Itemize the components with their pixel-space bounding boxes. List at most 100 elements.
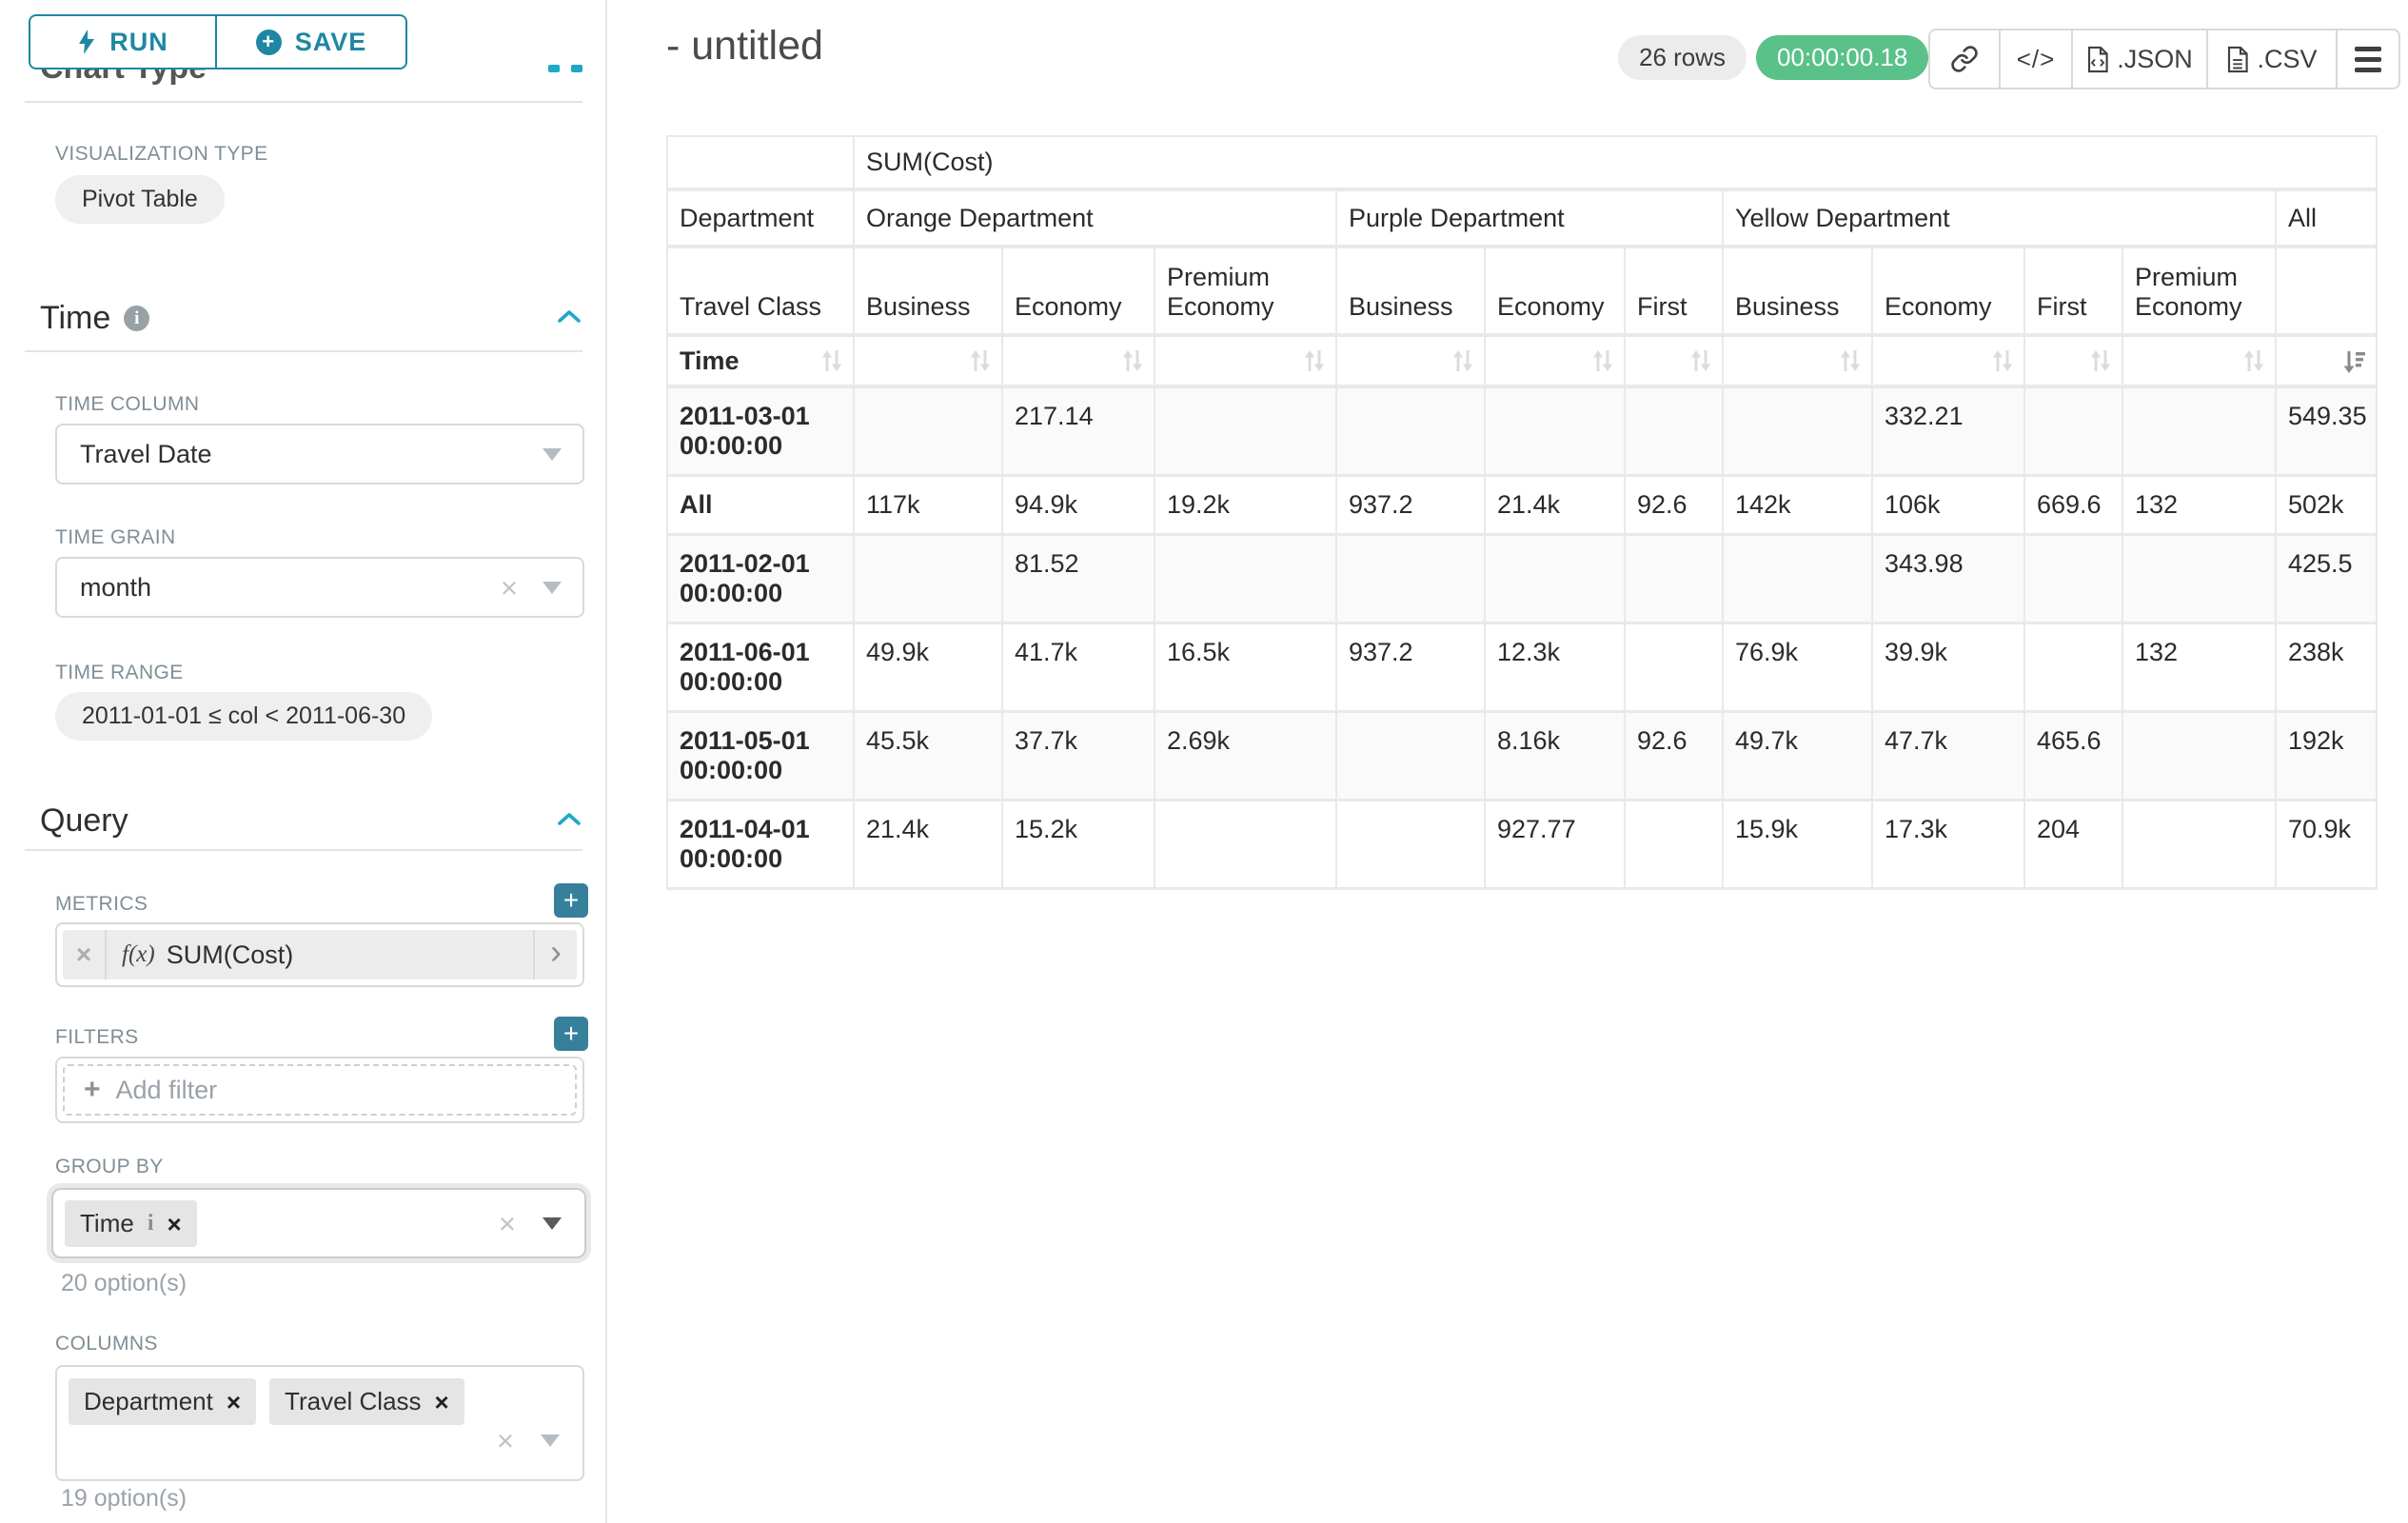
caret-down-icon[interactable] <box>543 582 562 594</box>
all-column-sort-header[interactable] <box>2276 335 2377 386</box>
metric-chip[interactable]: × f(x) SUM(Cost) › <box>63 930 577 979</box>
remove-metric-icon[interactable]: × <box>63 930 107 979</box>
columns-label: COLUMNS <box>55 1333 158 1355</box>
sort-icon[interactable] <box>1451 348 1474 373</box>
row-count-badge: 26 rows <box>1618 35 1747 80</box>
data-cell <box>1625 386 1723 476</box>
sort-icon[interactable] <box>1591 348 1614 373</box>
export-csv-button[interactable]: .CSV <box>2206 30 2336 88</box>
time-grain-select[interactable]: month × <box>55 557 584 618</box>
data-cell <box>1485 535 1625 623</box>
chart-type-heading-clipped: Chart Type <box>40 67 287 95</box>
column-sort-header[interactable] <box>1155 335 1336 386</box>
column-sort-header[interactable] <box>854 335 1002 386</box>
data-cell: 2.69k <box>1155 712 1336 801</box>
collapse-query-section[interactable] <box>557 811 582 832</box>
data-cell: 41.7k <box>1002 623 1155 712</box>
info-icon[interactable]: i <box>148 1211 154 1236</box>
time-section-header: Time i <box>40 300 149 337</box>
clear-icon[interactable]: × <box>499 1209 516 1238</box>
travel-class-header-row: Travel Class Business Economy Premium Ec… <box>667 247 2377 335</box>
caret-down-icon[interactable] <box>543 448 562 461</box>
caret-down-icon[interactable] <box>541 1434 560 1447</box>
data-cell: 465.6 <box>2024 712 2122 801</box>
column-sort-header[interactable] <box>2122 335 2276 386</box>
columns-chip-department[interactable]: Department × <box>69 1378 256 1425</box>
column-sort-header[interactable] <box>1485 335 1625 386</box>
sort-icon[interactable] <box>969 348 992 373</box>
sort-icon[interactable] <box>2089 348 2112 373</box>
table-row: All117k94.9k19.2k937.221.4k92.6142k106k6… <box>667 476 2377 535</box>
row-label-cell: 2011-06-01 00:00:00 <box>667 623 854 712</box>
column-sort-header[interactable] <box>1723 335 1872 386</box>
save-button[interactable]: + SAVE <box>215 14 407 69</box>
clear-icon[interactable]: × <box>501 573 518 603</box>
expand-metric-icon[interactable]: › <box>533 930 577 979</box>
sort-icon[interactable] <box>1303 348 1326 373</box>
run-button[interactable]: RUN <box>29 14 217 69</box>
group-by-chip-time[interactable]: Time i × <box>65 1200 197 1247</box>
sort-icon[interactable] <box>1121 348 1144 373</box>
data-cell <box>2024 535 2122 623</box>
time-section-title: Time <box>40 300 110 337</box>
data-cell: 549.35 <box>2276 386 2377 476</box>
info-icon[interactable]: i <box>124 306 149 331</box>
add-filter-plus-button[interactable]: + <box>554 1017 588 1051</box>
department-group-cell: Orange Department <box>854 189 1336 247</box>
export-json-label: .JSON <box>2117 45 2193 74</box>
column-sort-header[interactable] <box>1002 335 1155 386</box>
data-cell <box>1336 535 1485 623</box>
run-button-label: RUN <box>109 28 168 57</box>
embed-code-button[interactable]: </> <box>1999 30 2071 88</box>
column-sort-header[interactable] <box>1872 335 2024 386</box>
row-label-cell: 2011-02-01 00:00:00 <box>667 535 854 623</box>
menu-icon <box>2355 47 2381 72</box>
visualization-type-pill[interactable]: Pivot Table <box>55 175 225 224</box>
chevron-up-icon <box>557 308 582 325</box>
corner-cell <box>667 136 854 189</box>
sort-icon[interactable] <box>2242 348 2265 373</box>
data-cell: 502k <box>2276 476 2377 535</box>
add-filter-button[interactable]: + Add filter <box>63 1064 577 1116</box>
data-cell: 15.2k <box>1002 801 1155 889</box>
columns-select[interactable]: Department × Travel Class × × <box>55 1365 584 1481</box>
travel-class-cell <box>2276 247 2377 335</box>
export-json-button[interactable]: .JSON <box>2071 30 2206 88</box>
sort-icon[interactable] <box>820 348 843 373</box>
caret-down-icon[interactable] <box>543 1217 562 1230</box>
link-icon <box>1950 45 1979 73</box>
add-metric-button[interactable]: + <box>554 883 588 918</box>
collapse-time-section[interactable] <box>557 308 582 329</box>
sort-icon[interactable] <box>1991 348 2014 373</box>
remove-chip-icon[interactable]: × <box>227 1390 241 1414</box>
chart-title[interactable]: - untitled <box>666 23 823 69</box>
sort-icon[interactable] <box>1689 348 1712 373</box>
remove-chip-icon[interactable]: × <box>435 1390 449 1414</box>
divider <box>25 849 582 851</box>
remove-chip-icon[interactable]: × <box>167 1212 181 1236</box>
chevron-up-icon <box>557 811 582 827</box>
time-sort-header[interactable]: Time <box>667 335 854 386</box>
group-by-select[interactable]: Time i × × <box>51 1188 586 1258</box>
copy-link-button[interactable] <box>1930 30 1999 88</box>
columns-chip-travel-class[interactable]: Travel Class × <box>269 1378 464 1425</box>
sort-descending-active-icon[interactable] <box>2341 347 2366 374</box>
clipped-icon <box>548 65 560 72</box>
data-cell: 132 <box>2122 623 2276 712</box>
data-cell: 49.9k <box>854 623 1002 712</box>
column-sort-header[interactable] <box>1336 335 1485 386</box>
time-column-label: TIME COLUMN <box>55 393 199 416</box>
clear-icon[interactable]: × <box>497 1426 514 1455</box>
sort-icon[interactable] <box>1839 348 1862 373</box>
query-section-title: Query <box>40 802 128 840</box>
metric-header-cell: SUM(Cost) <box>854 136 2377 189</box>
time-range-pill[interactable]: 2011-01-01 ≤ col < 2011-06-30 <box>55 692 432 741</box>
data-cell <box>1155 386 1336 476</box>
column-sort-header[interactable] <box>2024 335 2122 386</box>
data-cell <box>2122 801 2276 889</box>
time-column-select[interactable]: Travel Date <box>55 424 584 485</box>
column-sort-header[interactable] <box>1625 335 1723 386</box>
data-cell <box>1336 712 1485 801</box>
more-options-button[interactable] <box>2336 30 2398 88</box>
data-cell: 332.21 <box>1872 386 2024 476</box>
